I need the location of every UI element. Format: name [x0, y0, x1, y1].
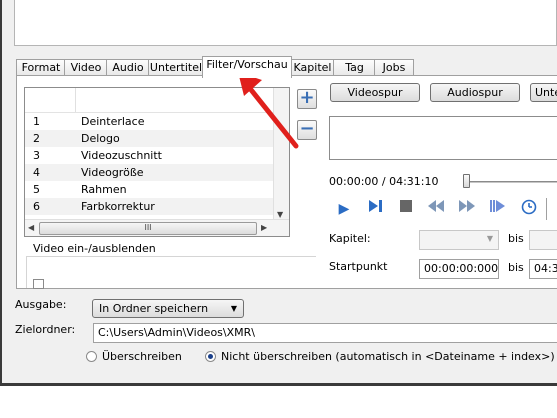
- kapitel-label: Kapitel:: [329, 232, 371, 245]
- item-number: 2: [33, 132, 40, 145]
- kapitel-end-combo[interactable]: [529, 230, 557, 250]
- radio-ueberschreiben-label[interactable]: Überschreiben: [102, 350, 182, 363]
- horizontal-scrollbar[interactable]: ◀ III ▶: [25, 219, 289, 236]
- step-forward-icon[interactable]: [365, 199, 385, 219]
- item-name: Deinterlace: [81, 115, 145, 128]
- kapitel-start-combo[interactable]: ▼: [419, 230, 499, 250]
- scroll-left-icon[interactable]: ◀: [28, 223, 34, 232]
- item-name: Videozuschnitt: [81, 149, 162, 162]
- time-display: 00:00:00 / 04:31:10: [329, 175, 439, 188]
- radio-nicht-ueberschreiben[interactable]: [205, 351, 216, 362]
- untertitel-track-button[interactable]: Unte: [530, 83, 557, 102]
- tab-filter-vorschau[interactable]: Filter/Vorschau: [202, 56, 292, 78]
- chevron-down-icon: ▼: [486, 234, 493, 243]
- startpunkt-label: Startpunkt: [329, 260, 388, 273]
- radio-nicht-ueberschreiben-label[interactable]: Nicht überschreiben (automatisch in <Dat…: [221, 350, 555, 363]
- videospur-button[interactable]: Videospur: [330, 83, 420, 102]
- list-item[interactable]: 5 Rahmen: [25, 181, 275, 198]
- play-icon[interactable]: ▶: [334, 199, 354, 219]
- list-item[interactable]: 6 Farbkorrektur: [25, 198, 275, 215]
- zielordner-label: Zielordner:: [15, 323, 76, 336]
- item-name: Rahmen: [81, 183, 127, 196]
- radio-ueberschreiben[interactable]: [86, 351, 97, 362]
- seek-slider-thumb[interactable]: [463, 174, 470, 188]
- item-number: 1: [33, 115, 40, 128]
- item-number: 6: [33, 200, 40, 213]
- list-item[interactable]: 4 Videogröße: [25, 164, 275, 181]
- item-name: Delogo: [81, 132, 120, 145]
- stop-icon[interactable]: [396, 199, 416, 219]
- seek-slider-track[interactable]: [464, 181, 557, 183]
- startpunkt-field[interactable]: 00:00:00:000: [419, 259, 499, 279]
- scroll-down-icon[interactable]: ▼: [277, 210, 283, 219]
- scroll-right-icon[interactable]: ▶: [261, 223, 267, 232]
- item-name: Farbkorrektur: [81, 200, 155, 213]
- fast-forward-icon[interactable]: [457, 199, 477, 219]
- audiospur-button[interactable]: Audiospur: [430, 83, 520, 102]
- fade-group-box: [26, 256, 316, 288]
- endpunkt-field[interactable]: 04:3: [529, 259, 557, 279]
- control-separator: [546, 198, 547, 220]
- item-number: 4: [33, 166, 40, 179]
- top-list-area: [14, 0, 557, 46]
- scroll-thumb[interactable]: III: [39, 222, 257, 235]
- chevron-down-icon: ▼: [230, 304, 237, 313]
- item-name: Videogröße: [81, 166, 144, 179]
- item-number: 5: [33, 183, 40, 196]
- startpunkt-bis-label: bis: [508, 261, 524, 274]
- clock-icon[interactable]: [519, 199, 539, 219]
- kapitel-bis-label: bis: [508, 232, 524, 245]
- fade-checkbox[interactable]: [33, 279, 44, 289]
- rewind-icon[interactable]: [426, 199, 446, 219]
- group-title: Video ein-/ausblenden: [33, 242, 156, 255]
- ausgabe-label: Ausgabe:: [15, 298, 67, 311]
- ausgabe-value: In Ordner speichern: [99, 302, 209, 315]
- preview-area: [329, 116, 557, 160]
- annotation-arrow-icon: [238, 72, 299, 149]
- ausgabe-dropdown[interactable]: In Ordner speichern ▼: [92, 299, 244, 318]
- zielordner-input[interactable]: C:\Users\Admin\Videos\XMR\: [93, 323, 557, 343]
- item-number: 3: [33, 149, 40, 162]
- next-frame-icon[interactable]: [488, 199, 508, 219]
